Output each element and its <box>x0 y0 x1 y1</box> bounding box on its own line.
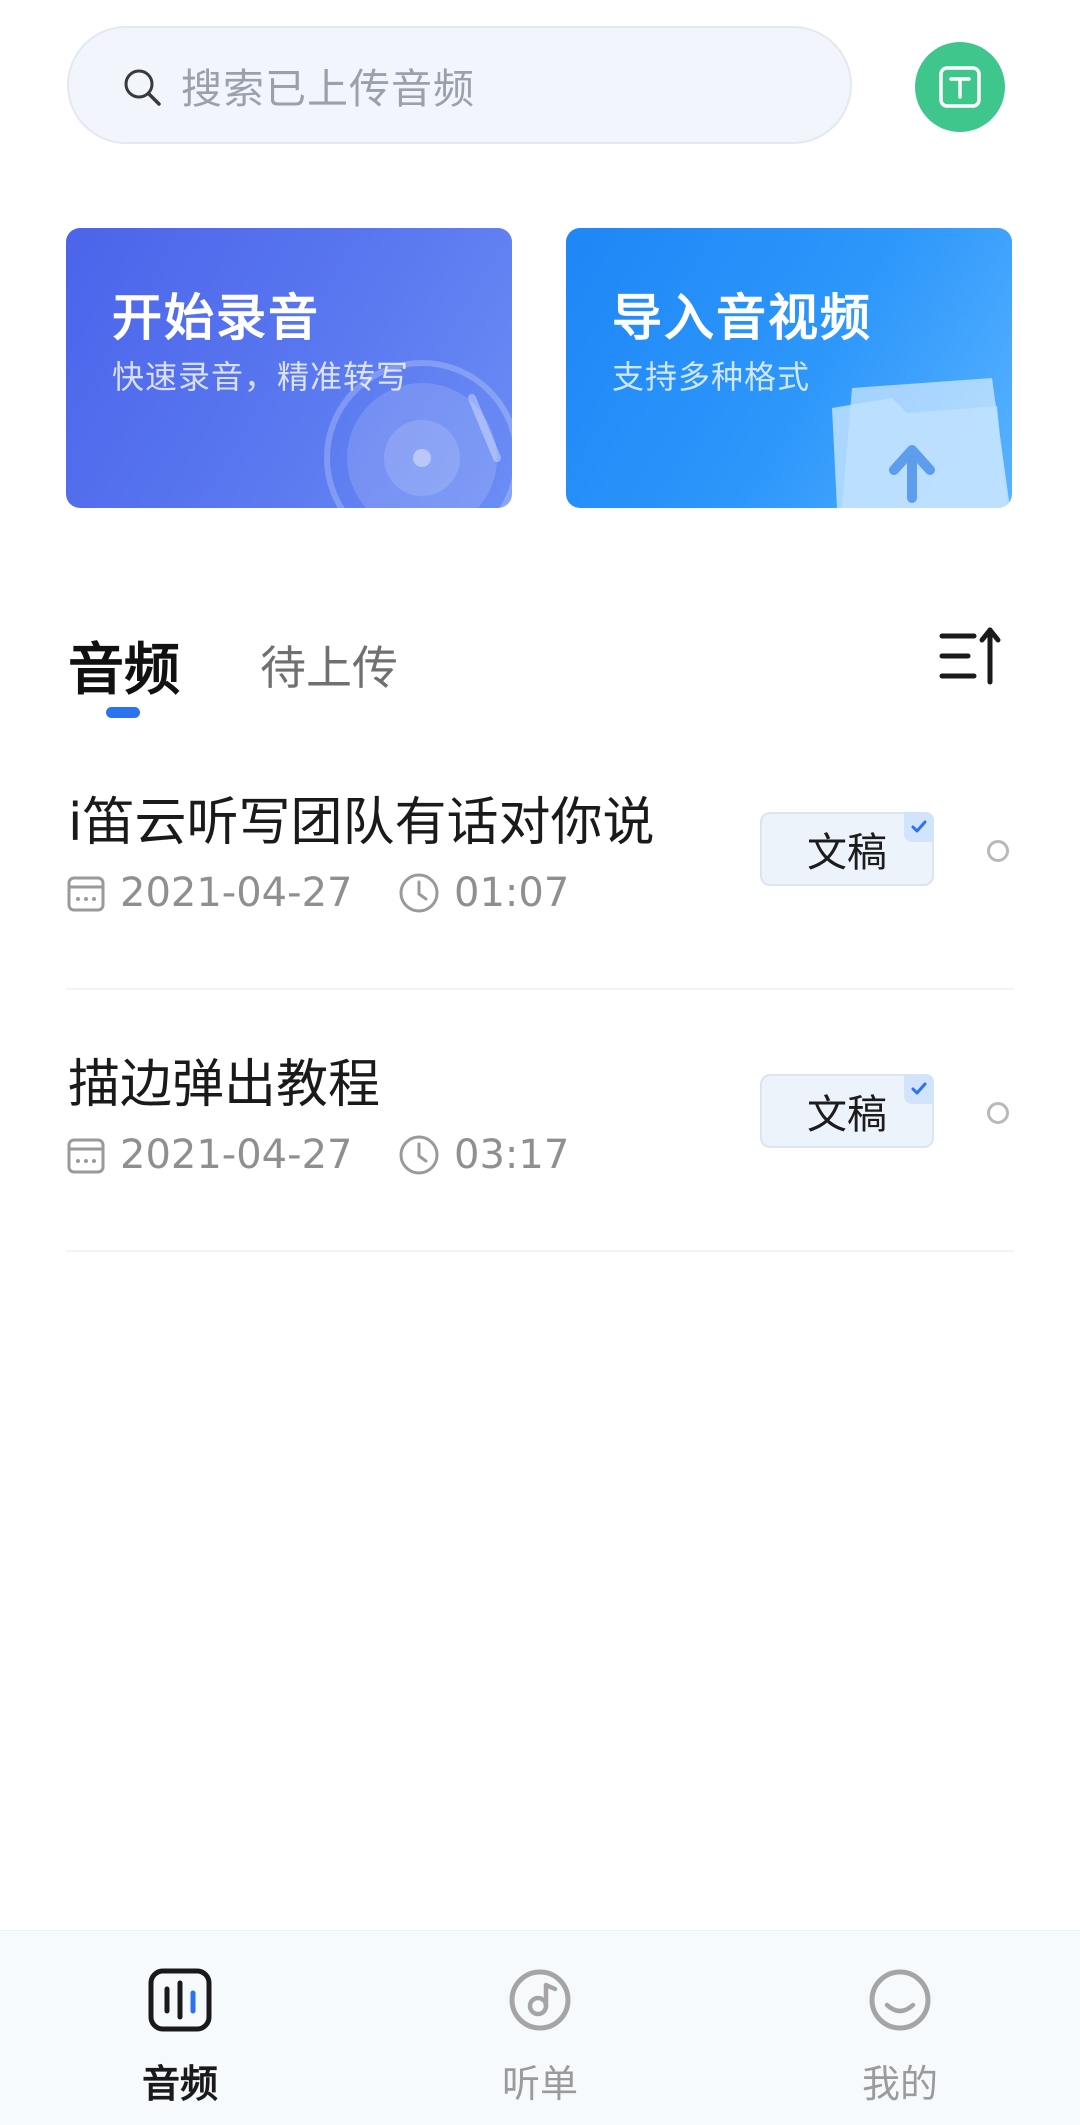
nav-label-mine: 我的 <box>861 2062 938 2106</box>
start-recording-card[interactable]: 开始录音 快速录音，精准转写 <box>66 228 512 508</box>
audio-date-text: 2021-04-27 <box>120 870 353 916</box>
import-media-card[interactable]: 导入音视频 支持多种格式 <box>566 228 1012 508</box>
more-options-icon[interactable] <box>987 840 1009 862</box>
import-media-title: 导入音视频 <box>612 289 872 347</box>
tab-audio[interactable]: 音频 <box>68 625 180 706</box>
nav-item-audio[interactable]: 音频 <box>80 1965 280 2115</box>
sort-icon[interactable] <box>938 624 1008 688</box>
audio-title: i笛云听写团队有话对你说 <box>68 793 655 853</box>
divider <box>66 988 1014 990</box>
vinyl-record-icon <box>324 360 512 508</box>
waveform-icon <box>148 1968 212 2032</box>
check-icon <box>904 812 934 842</box>
transcript-badge[interactable]: 文稿 <box>760 812 934 886</box>
audio-duration: 03:17 <box>398 1132 569 1178</box>
divider <box>66 1250 1014 1252</box>
audio-date: 2021-04-27 <box>66 870 352 916</box>
nav-label-audio: 音频 <box>141 2062 218 2106</box>
tab-pending-upload[interactable]: 待上传 <box>260 632 398 698</box>
nav-item-playlist[interactable]: 听单 <box>440 1965 640 2115</box>
audio-duration: 01:07 <box>398 870 569 916</box>
calendar-icon <box>67 876 105 912</box>
text-t-icon <box>939 66 981 108</box>
calendar-icon <box>67 1138 105 1174</box>
clock-icon <box>399 1135 439 1175</box>
search-icon <box>124 69 161 106</box>
transcript-badge-label: 文稿 <box>807 830 887 876</box>
start-recording-title: 开始录音 <box>112 289 320 347</box>
folder-upload-icon <box>832 378 1010 508</box>
import-media-subtitle: 支持多种格式 <box>612 358 811 396</box>
search-placeholder: 搜索已上传音频 <box>181 65 475 113</box>
search-input[interactable]: 搜索已上传音频 <box>67 26 852 144</box>
bottom-nav: 音频 听单 我的 <box>0 1930 1080 2125</box>
transcript-badge-label: 文稿 <box>807 1092 887 1138</box>
check-icon <box>904 1074 934 1104</box>
nav-item-mine[interactable]: 我的 <box>800 1965 1000 2115</box>
audio-duration-text: 03:17 <box>454 1132 570 1178</box>
text-tool-button[interactable] <box>915 42 1005 132</box>
list-item[interactable]: 描边弹出教程 2021-04-27 03:17 文稿 <box>0 992 1080 1252</box>
transcript-badge[interactable]: 文稿 <box>760 1074 934 1148</box>
audio-date-text: 2021-04-27 <box>120 1132 353 1178</box>
audio-title: 描边弹出教程 <box>68 1055 381 1115</box>
nav-label-playlist: 听单 <box>501 2062 578 2106</box>
list-item[interactable]: i笛云听写团队有话对你说 2021-04-27 01:07 文稿 <box>0 730 1080 990</box>
tab-active-indicator <box>106 707 140 718</box>
disc-note-icon <box>509 1969 571 2031</box>
smile-face-icon <box>869 1969 931 2031</box>
audio-date: 2021-04-27 <box>66 1132 352 1178</box>
audio-duration-text: 01:07 <box>454 870 570 916</box>
clock-icon <box>399 873 439 913</box>
more-options-icon[interactable] <box>987 1102 1009 1124</box>
